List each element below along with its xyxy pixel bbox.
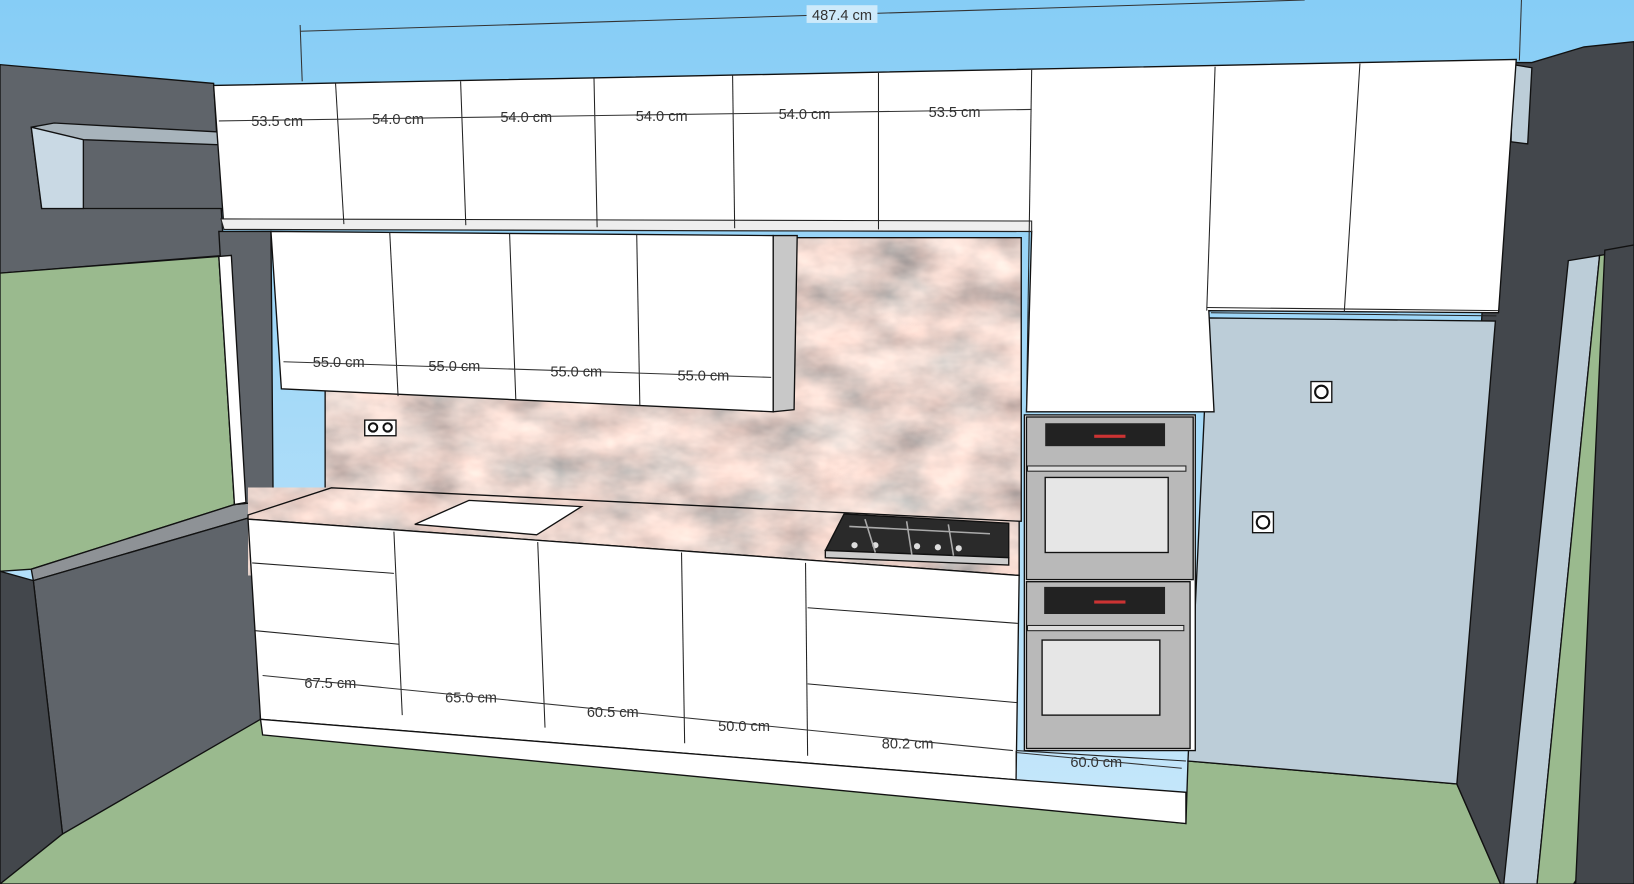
dimension-label: 55.0 cm	[677, 368, 729, 384]
dimension-label: 67.5 cm	[304, 676, 356, 692]
dimension-label: 80.2 cm	[882, 736, 934, 752]
gas-cooktop[interactable]	[824, 513, 1010, 566]
dimension-label: 487.4 cm	[812, 8, 872, 24]
dimension-label: 55.0 cm	[313, 355, 365, 371]
double-wall-oven[interactable]	[1023, 414, 1196, 752]
dimension-label: 54.0 cm	[372, 112, 424, 128]
dimension-label: 60.0 cm	[1070, 755, 1122, 771]
dimension-label: 60.5 cm	[587, 705, 639, 721]
dimension-label: 65.0 cm	[445, 691, 497, 707]
dimension-label: 53.5 cm	[251, 114, 303, 130]
dimension-label: 55.0 cm	[550, 364, 602, 380]
dimension-label: 54.0 cm	[779, 107, 831, 123]
dimension-label: 54.0 cm	[636, 109, 688, 125]
dimension-label: 55.0 cm	[428, 359, 480, 375]
outlet-icon	[1251, 511, 1275, 534]
outlet-icon	[364, 419, 397, 437]
fridge-wall	[1187, 317, 1497, 785]
wall-cabinets[interactable]	[270, 230, 774, 413]
outlet-icon	[1310, 380, 1333, 404]
dimension-label: 50.0 cm	[718, 719, 770, 735]
dimension-label: 53.5 cm	[929, 105, 981, 121]
dimension-label: 54.0 cm	[500, 110, 552, 126]
wall-cabinet-side	[772, 234, 798, 413]
kitchen-3d-viewport[interactable]: 487.4 cm 53.5 cm 54.0 cm 54.0 cm 54.0 cm…	[0, 0, 1634, 884]
upper-row-bottom	[220, 218, 1033, 232]
